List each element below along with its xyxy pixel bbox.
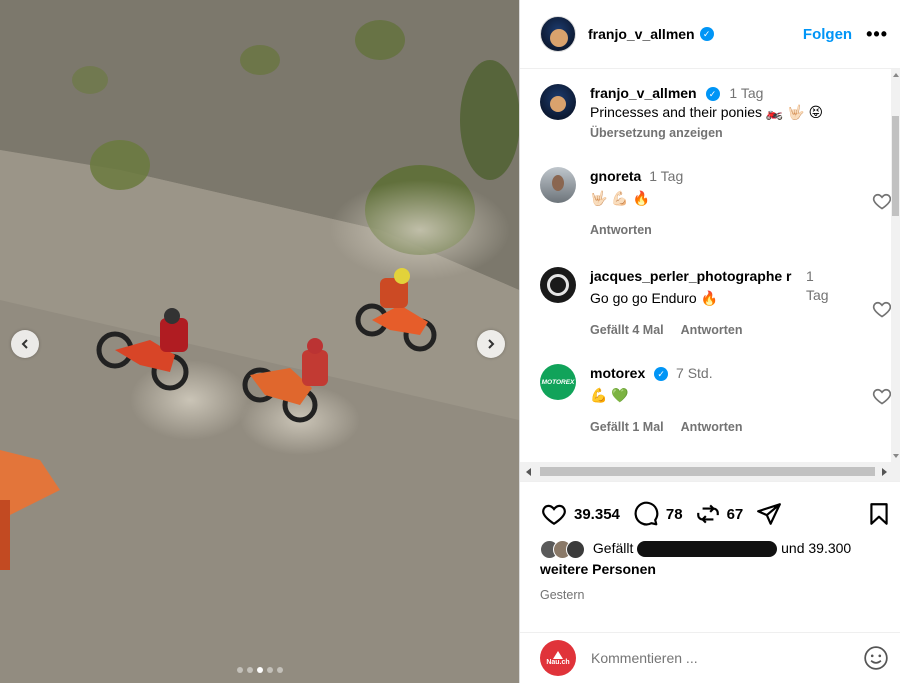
reply-button[interactable]: Antworten	[681, 420, 743, 434]
carousel-prev-button[interactable]	[11, 330, 39, 358]
comment-meta: Antworten	[590, 221, 830, 240]
comment-bubble-icon	[634, 501, 659, 526]
comments-horizontal-scrollbar[interactable]	[520, 462, 900, 482]
follow-button[interactable]: Folgen	[803, 26, 852, 43]
comment-like-icon[interactable]	[872, 191, 892, 211]
liked-by-summary[interactable]: Gefällt und 39.300 weitere Personen	[540, 538, 880, 580]
reply-button[interactable]: Antworten	[681, 323, 743, 337]
comment-username[interactable]: motorex	[590, 365, 645, 381]
verified-badge-icon: ✓	[699, 27, 714, 41]
add-comment-bar: Nau.ch	[520, 632, 900, 683]
scroll-thumb[interactable]	[540, 467, 875, 476]
like-button[interactable]: 39.354	[540, 501, 620, 527]
liked-by-suffix: und 39.300	[781, 540, 852, 556]
comment-button[interactable]: 78	[632, 501, 683, 527]
carousel-dots	[0, 667, 519, 673]
caption-avatar[interactable]	[540, 84, 576, 120]
comment-username[interactable]: gnoreta	[590, 168, 641, 184]
scroll-right-icon[interactable]	[882, 468, 887, 476]
comments-list: franjo_v_allmen ✓ 1 Tag Princesses and t…	[520, 69, 892, 462]
comment-username[interactable]: jacques_perler_photographe r	[590, 268, 792, 284]
comment-like-icon[interactable]	[872, 299, 892, 319]
author-username[interactable]: franjo_v_allmen	[588, 26, 695, 42]
emoji-icon[interactable]	[863, 645, 889, 671]
comment-text: 🤟🏻 💪🏻 🔥	[590, 190, 651, 206]
comment-like-icon[interactable]	[872, 386, 892, 406]
heart-icon	[542, 504, 566, 526]
comment-meta: Gefällt 1 Mal Antworten	[590, 418, 830, 437]
enduro-scene	[0, 0, 519, 683]
post-modal: franjo_v_allmen ✓ Folgen ••• franjo_v_al…	[0, 0, 900, 683]
chevron-left-icon	[21, 339, 28, 349]
likes-count-link[interactable]: Gefällt 4 Mal	[590, 323, 664, 337]
carousel-dot	[276, 667, 283, 673]
motorex-logo-icon: MOTOREX	[541, 378, 575, 386]
likes-count: 39.354	[574, 505, 620, 523]
comment-text: 💪 💚	[590, 387, 629, 403]
send-icon	[757, 503, 782, 525]
avatar	[566, 539, 585, 559]
comment-body: jacques_perler_photographe r Go go go En…	[590, 267, 802, 340]
comment-item: MOTOREX motorex ✓ 7 Std. 💪 💚 Gefällt 1 M…	[540, 364, 892, 437]
caption-time[interactable]: 1 Tag	[729, 85, 763, 101]
scroll-up-icon[interactable]	[893, 73, 899, 77]
caption-text: Princesses and their ponies 🏍️ 🤟🏻 😝	[590, 104, 824, 120]
verified-badge-icon: ✓	[654, 367, 669, 382]
liked-by-prefix: Gefällt	[592, 540, 634, 556]
comments-vertical-scrollbar[interactable]	[891, 69, 900, 462]
share-button[interactable]	[755, 501, 789, 527]
post-date[interactable]: Gestern	[540, 588, 584, 602]
comments-count: 78	[665, 505, 683, 523]
carousel-dot	[246, 667, 253, 673]
comment-item: jacques_perler_photographe r Go go go En…	[540, 267, 892, 340]
action-bar: 39.354 78 67	[540, 497, 892, 531]
comment-body: gnoreta 1 Tag 🤟🏻 💪🏻 🔥 Antworten	[590, 167, 830, 240]
post-header: franjo_v_allmen ✓ Folgen •••	[520, 0, 900, 69]
translate-link[interactable]: Übersetzung anzeigen	[590, 124, 890, 143]
carousel-dot-active	[256, 667, 263, 673]
likes-count-link[interactable]: Gefällt 1 Mal	[590, 420, 664, 434]
bookmark-icon[interactable]	[866, 500, 892, 528]
caption: franjo_v_allmen ✓ 1 Tag Princesses and t…	[540, 84, 892, 143]
author-avatar[interactable]	[540, 16, 576, 52]
post-side-panel: franjo_v_allmen ✓ Folgen ••• franjo_v_al…	[519, 0, 900, 683]
scroll-down-icon[interactable]	[893, 454, 899, 458]
commenter-avatar[interactable]	[540, 267, 576, 303]
comment-time: 1 Tag	[806, 268, 829, 303]
reply-button[interactable]: Antworten	[590, 223, 652, 237]
repost-button[interactable]: 67	[695, 501, 744, 527]
scroll-thumb[interactable]	[892, 116, 899, 216]
verified-badge-icon: ✓	[705, 87, 720, 102]
comment-time: 7 Std.	[676, 365, 713, 381]
scroll-left-icon[interactable]	[526, 468, 531, 476]
reposts-count: 67	[726, 505, 744, 523]
caption-body: franjo_v_allmen ✓ 1 Tag Princesses and t…	[590, 84, 890, 143]
comment-input[interactable]	[591, 650, 831, 666]
logo-text: Nau.ch	[546, 658, 570, 666]
comment-time: 1 Tag	[649, 168, 684, 184]
comment-body: motorex ✓ 7 Std. 💪 💚 Gefällt 1 Mal Antwo…	[590, 364, 830, 437]
liked-by-others[interactable]: weitere Personen	[540, 561, 656, 577]
commenter-logo: Nau.ch	[540, 640, 576, 676]
redacted-username	[637, 541, 778, 558]
comment-item: gnoreta 1 Tag 🤟🏻 💪🏻 🔥 Antworten	[540, 167, 892, 240]
nau-logo-icon	[553, 650, 563, 659]
commenter-avatar[interactable]	[540, 167, 576, 203]
caption-username[interactable]: franjo_v_allmen	[590, 85, 697, 101]
more-options-icon[interactable]: •••	[866, 24, 888, 45]
carousel-dot	[236, 667, 243, 673]
repost-icon	[696, 504, 719, 524]
post-photo[interactable]	[0, 0, 519, 683]
commenter-avatar[interactable]: MOTOREX	[540, 364, 576, 400]
carousel-dot	[266, 667, 273, 673]
comment-text: Go go go Enduro 🔥	[590, 290, 718, 306]
liked-by-avatars	[540, 539, 585, 559]
chevron-right-icon	[488, 339, 495, 349]
carousel-next-button[interactable]	[477, 330, 505, 358]
comment-meta: Gefällt 4 Mal Antworten	[590, 321, 802, 340]
